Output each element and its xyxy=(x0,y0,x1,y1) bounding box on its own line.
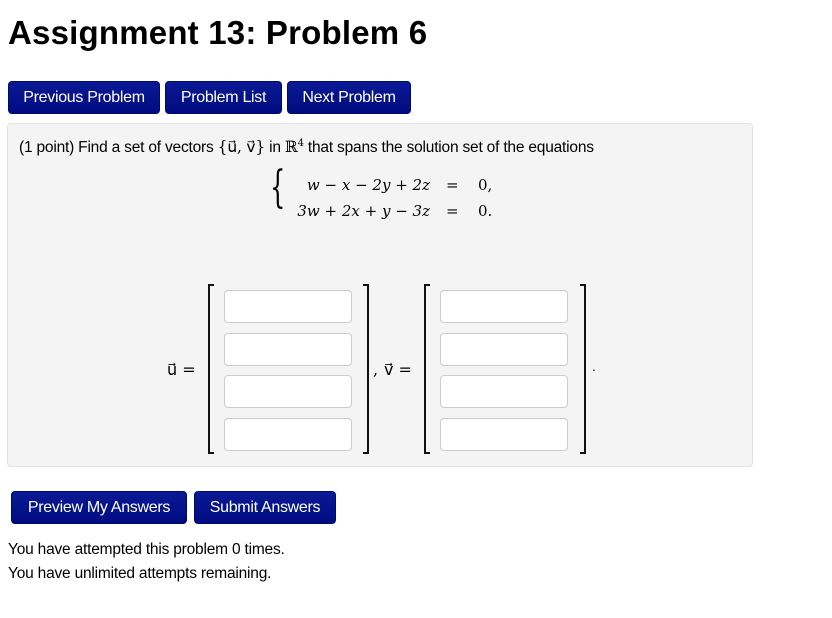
v-right-bracket xyxy=(580,284,586,454)
u-entry-3[interactable] xyxy=(224,375,352,408)
problem-prompt: (1 point) Find a set of vectors {u⃗, v⃗}… xyxy=(19,138,594,157)
vector-u-label: u⃗ = xyxy=(167,360,196,379)
attempts-remaining-text: You have unlimited attempts remaining. xyxy=(8,565,272,582)
end-period: . xyxy=(592,360,596,374)
real-space-exponent: 4 xyxy=(297,138,304,149)
equation-equals: = xyxy=(446,176,459,194)
v-entry-3[interactable] xyxy=(440,375,568,408)
u-right-bracket xyxy=(363,284,369,454)
u-entry-1[interactable] xyxy=(224,290,352,323)
v-entry-4[interactable] xyxy=(440,418,568,451)
equation-rhs: 0, xyxy=(478,176,493,194)
real-space-symbol: ℝ4 xyxy=(285,138,304,156)
attempts-count-text: You have attempted this problem 0 times. xyxy=(8,541,285,558)
preview-answers-button[interactable]: Preview My Answers xyxy=(11,491,187,524)
equation-equals: = xyxy=(446,202,459,220)
u-entry-2[interactable] xyxy=(224,333,352,366)
u-entry-4[interactable] xyxy=(224,418,352,451)
submit-answers-button[interactable]: Submit Answers xyxy=(194,491,336,524)
v-entry-1[interactable] xyxy=(440,290,568,323)
prompt-text-after: that spans the solution set of the equat… xyxy=(307,139,594,157)
vector-set-expression: {u⃗, v⃗} xyxy=(217,138,266,157)
equation-lhs: 3w + 2x + y − 3z xyxy=(297,202,430,220)
equation-lhs: w − x − 2y + 2z xyxy=(306,176,430,194)
v-left-bracket xyxy=(424,284,430,454)
equation-rhs: 0. xyxy=(478,202,493,220)
next-problem-button[interactable]: Next Problem xyxy=(287,81,411,114)
previous-problem-button[interactable]: Previous Problem xyxy=(8,81,160,114)
problem-panel: (1 point) Find a set of vectors {u⃗, v⃗}… xyxy=(7,123,753,467)
points-label: (1 point) xyxy=(19,139,75,157)
page-title: Assignment 13: Problem 6 xyxy=(8,14,428,51)
problem-list-button[interactable]: Problem List xyxy=(165,81,282,114)
v-entry-2[interactable] xyxy=(440,333,568,366)
vector-separator: , xyxy=(373,360,379,379)
vector-v-label: v⃗ = xyxy=(384,360,412,379)
prompt-in-text: in xyxy=(269,139,281,157)
real-space-letter: ℝ xyxy=(284,138,298,157)
u-left-bracket xyxy=(208,284,214,454)
prompt-text-before: Find a set of vectors xyxy=(78,139,214,157)
